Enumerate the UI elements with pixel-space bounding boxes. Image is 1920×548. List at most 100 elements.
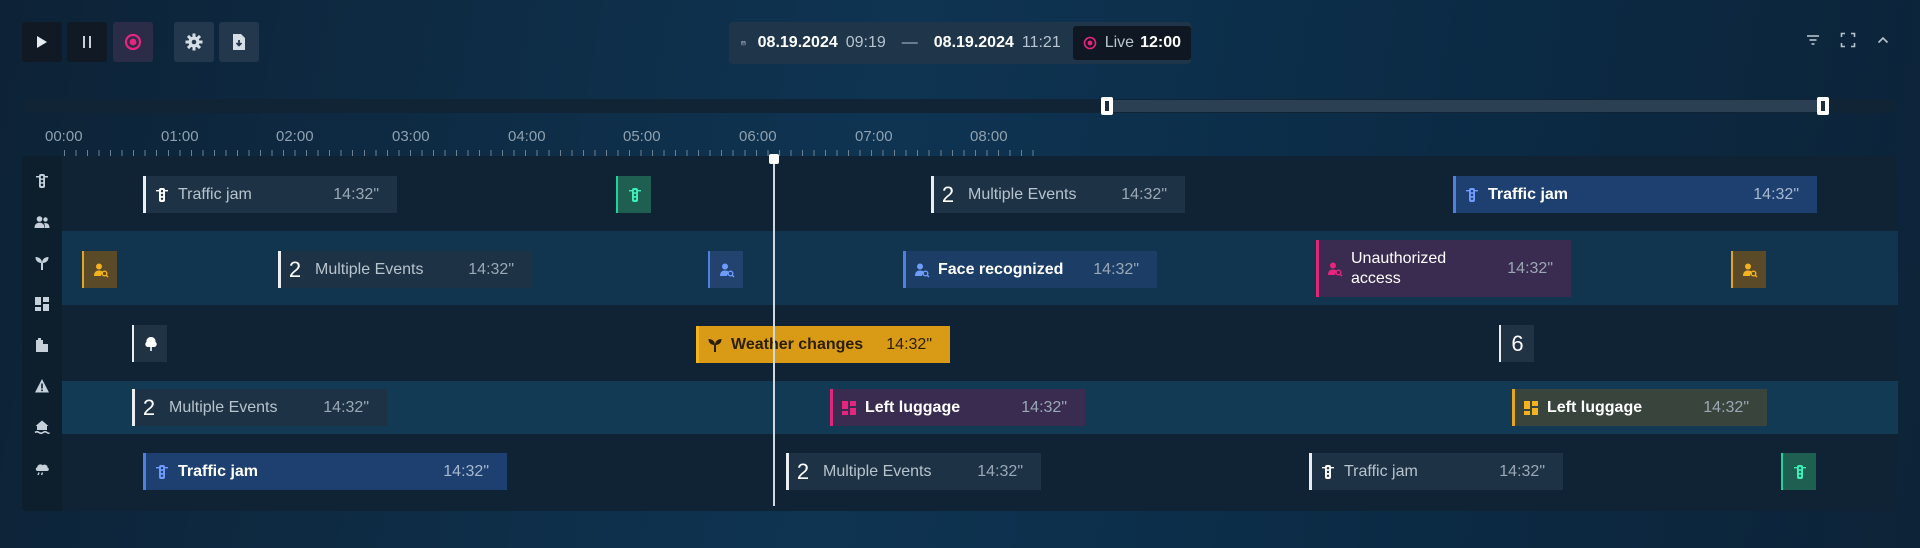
- event-duration: 14:32": [886, 335, 932, 353]
- event-duration: 14:32": [1507, 259, 1553, 277]
- live-button[interactable]: Live 12:00: [1072, 26, 1191, 60]
- traffic-light-icon: [1322, 464, 1334, 479]
- playhead-line[interactable]: [773, 156, 775, 506]
- event-name: Face recognized: [938, 260, 1064, 278]
- event-duration: 14:32": [1703, 398, 1749, 416]
- start-date: 08.19.2024: [757, 34, 838, 51]
- gear-icon: [185, 33, 203, 51]
- timeline-row-weather[interactable]: [62, 305, 1898, 381]
- pause-button[interactable]: [67, 22, 107, 62]
- export-button[interactable]: [219, 22, 259, 62]
- luggage-icon: [1524, 400, 1538, 415]
- event-multiple-events[interactable]: 2 Multiple Events 14:32": [132, 389, 387, 426]
- event-traffic-jam[interactable]: Traffic jam 14:32": [1309, 453, 1563, 490]
- calendar-icon: [741, 40, 746, 46]
- event-name: Multiple Events: [968, 185, 1077, 203]
- event-unauthorized-access[interactable]: Unauthorized access 14:32": [1316, 240, 1571, 297]
- event-name: Left luggage: [1547, 398, 1643, 416]
- ruler-label: 06:00: [739, 128, 777, 145]
- scrubber-selection[interactable]: [1107, 100, 1823, 112]
- traffic-light-icon: [628, 187, 641, 202]
- range-separator: —: [901, 34, 918, 51]
- ruler-label: 03:00: [392, 128, 430, 145]
- scrubber-handle-right[interactable]: [1817, 97, 1829, 115]
- pause-icon: [83, 36, 91, 48]
- warning-icon[interactable]: [34, 378, 50, 394]
- traffic-light-icon: [156, 464, 168, 479]
- event-count: 2: [288, 256, 302, 282]
- file-download-icon: [233, 34, 245, 50]
- event-count: 2: [142, 394, 156, 420]
- event-left-luggage[interactable]: Left luggage 14:32": [830, 389, 1085, 426]
- event-count: 6: [1511, 330, 1524, 356]
- event-duration: 14:32": [1093, 260, 1139, 278]
- event-name: Traffic jam: [1488, 185, 1569, 203]
- event-duration: 14:32": [977, 462, 1023, 480]
- flood-icon[interactable]: [34, 419, 50, 435]
- person-search-icon: [1742, 263, 1757, 277]
- traffic-light-icon: [1466, 187, 1478, 202]
- event-left-luggage[interactable]: Left luggage 14:32": [1512, 389, 1767, 426]
- weather-cloud-icon[interactable]: [34, 460, 50, 476]
- ruler-label: 07:00: [855, 128, 893, 145]
- event-traffic-marker[interactable]: [1781, 453, 1816, 490]
- fullscreen-icon[interactable]: [1840, 32, 1856, 48]
- person-search-icon: [719, 263, 734, 277]
- live-record-icon: [1083, 36, 1097, 50]
- ruler-label: 05:00: [623, 128, 661, 145]
- settings-button[interactable]: [174, 22, 214, 62]
- traffic-light-icon[interactable]: [34, 173, 50, 189]
- filter-icon[interactable]: [1805, 32, 1821, 48]
- tree-icon: [144, 336, 157, 351]
- plant-icon[interactable]: [34, 255, 50, 271]
- event-multiple-events[interactable]: 2 Multiple Events 14:32": [931, 176, 1185, 213]
- person-search-icon: [93, 263, 108, 277]
- ruler-label: 04:00: [508, 128, 546, 145]
- event-duration: 14:32": [468, 260, 514, 278]
- person-search-icon: [1328, 262, 1343, 276]
- event-duration: 14:32": [1753, 185, 1799, 203]
- record-icon: [124, 33, 142, 51]
- event-duration: 14:32": [323, 398, 369, 416]
- event-traffic-jam[interactable]: Traffic jam 14:32": [143, 176, 397, 213]
- event-multiple-events[interactable]: 2 Multiple Events 14:32": [278, 251, 532, 288]
- event-traffic-jam[interactable]: Traffic jam 14:32": [143, 453, 507, 490]
- ruler-label: 00:00: [45, 128, 83, 145]
- building-icon[interactable]: [34, 337, 50, 353]
- event-person-search-marker[interactable]: [1731, 251, 1766, 288]
- ruler-label: 02:00: [276, 128, 314, 145]
- plant-icon: [708, 338, 722, 352]
- event-multiple-events[interactable]: 2 Multiple Events 14:32": [786, 453, 1041, 490]
- event-weather-changes[interactable]: Weather changes 14:32": [696, 326, 950, 363]
- playhead-handle[interactable]: [769, 154, 779, 164]
- people-icon[interactable]: [34, 214, 50, 230]
- luggage-icon[interactable]: [34, 296, 50, 312]
- category-sidebar: [22, 156, 62, 511]
- event-name: Traffic jam: [178, 462, 259, 480]
- event-name: Traffic jam: [1344, 462, 1418, 480]
- time-range-selector[interactable]: 08.19.2024 09:19 — 08.19.2024 11:21 Live…: [729, 22, 1191, 64]
- event-face-recognized[interactable]: Face recognized 14:32": [903, 251, 1157, 288]
- event-name: Unauthorized access: [1351, 249, 1447, 287]
- event-person-search-marker[interactable]: [82, 251, 117, 288]
- event-tree-marker[interactable]: [132, 325, 167, 362]
- event-traffic-marker[interactable]: [616, 176, 651, 213]
- play-icon: [37, 36, 47, 48]
- scrubber-handle-left[interactable]: [1101, 97, 1113, 115]
- event-duration: 14:32": [333, 185, 379, 203]
- event-traffic-jam[interactable]: Traffic jam 14:32": [1453, 176, 1817, 213]
- event-count: 2: [796, 458, 810, 484]
- person-search-icon: [915, 263, 930, 277]
- chevron-up-icon[interactable]: [1875, 32, 1891, 48]
- event-name: Left luggage: [865, 398, 961, 416]
- event-person-search-marker[interactable]: [708, 251, 743, 288]
- event-name: Traffic jam: [178, 185, 252, 203]
- event-duration: 14:32": [1499, 462, 1545, 480]
- play-button[interactable]: [22, 22, 62, 62]
- event-duration: 14:32": [443, 462, 489, 480]
- event-group-count[interactable]: 6: [1499, 325, 1534, 362]
- luggage-icon: [842, 400, 856, 415]
- record-button[interactable]: [113, 22, 153, 62]
- traffic-light-icon: [1793, 464, 1806, 479]
- end-time: 11:21: [1021, 34, 1061, 51]
